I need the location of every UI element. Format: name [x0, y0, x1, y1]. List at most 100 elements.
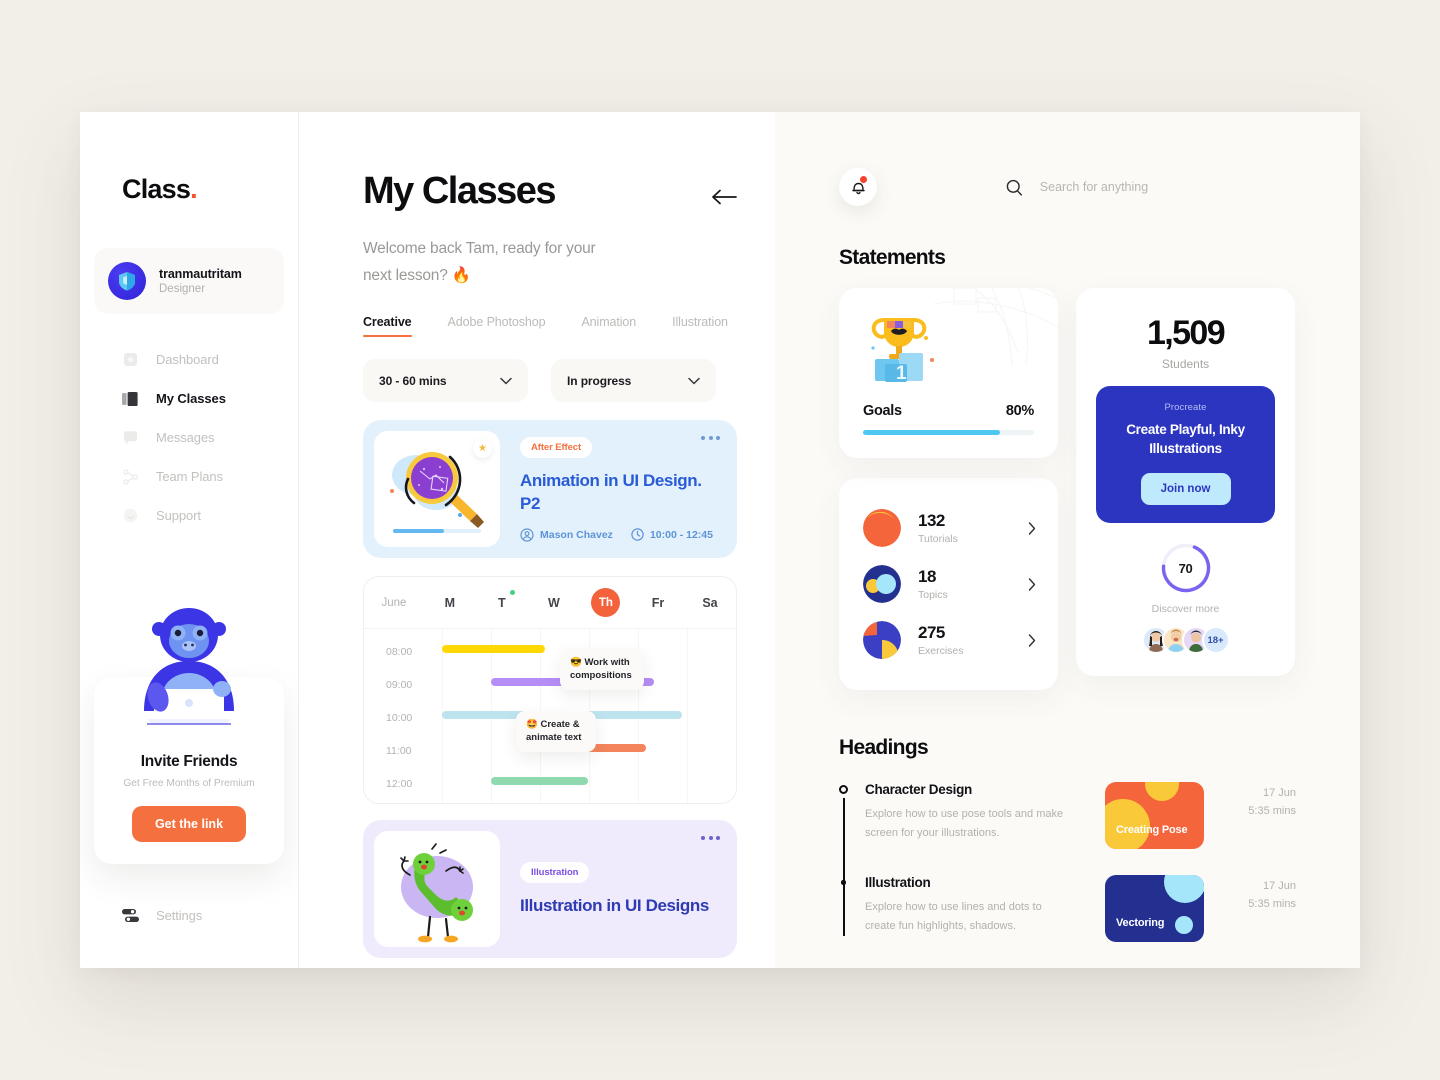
back-button[interactable]	[711, 184, 737, 210]
watermark-lines	[934, 288, 1058, 367]
page-title: My Classes	[363, 170, 557, 212]
welcome-message: Welcome back Tam, ready for your next le…	[363, 240, 596, 284]
class-thumbnail: ★	[374, 431, 500, 547]
calendar-header: June M T W Th Fr Sa	[364, 577, 736, 629]
heading-date: 17 Jun	[1262, 880, 1296, 892]
discover-value: 70	[1178, 560, 1193, 576]
class-instructor: Mason Chavez	[520, 527, 613, 542]
user-profile-card[interactable]: tranmautritam Designer	[94, 248, 284, 314]
duration-filter-value: 30 - 60 mins	[379, 373, 447, 388]
calendar-day-m[interactable]: M	[424, 596, 476, 610]
gorilla-illustration	[144, 608, 234, 725]
settings-icon	[122, 907, 139, 924]
class-menu-button[interactable]	[701, 836, 720, 840]
sidebar-item-label: Team Plans	[156, 469, 223, 484]
status-filter[interactable]: In progress	[551, 359, 716, 402]
discover-progress-ring: 70	[1160, 542, 1212, 594]
search-icon	[1006, 179, 1023, 196]
goals-label: Goals	[863, 403, 902, 419]
class-tag: Illustration	[520, 861, 590, 883]
calendar-day-sa[interactable]: Sa	[684, 596, 736, 610]
tab-adobe-photoshop[interactable]: Adobe Photoshop	[448, 315, 546, 337]
stat-number: 18	[918, 567, 936, 586]
class-menu-button[interactable]	[701, 436, 720, 440]
profile-role: Designer	[159, 283, 206, 295]
calendar-hour: 08:00	[386, 646, 413, 658]
calendar-day-w[interactable]: W	[528, 596, 580, 610]
sidebar-item-settings[interactable]: Settings	[122, 907, 202, 924]
sidebar-nav: Dashboard My Classes Messages Team Plans…	[80, 340, 298, 535]
heading-timing: 17 Jun 5:35 mins	[1204, 875, 1296, 913]
calendar-day-t[interactable]: T	[476, 589, 528, 610]
heading-row[interactable]: Illustration Explore how to use lines an…	[839, 875, 1296, 942]
stat-label: Tutorials	[918, 533, 958, 545]
calendar-event-chip[interactable]: 😎 Work with compositions	[560, 649, 644, 690]
profile-name: tranmautritam	[159, 267, 242, 281]
sidebar-item-support[interactable]: Support	[80, 496, 298, 535]
join-now-button[interactable]: Join now	[1140, 473, 1231, 505]
tab-animation[interactable]: Animation	[581, 315, 636, 337]
tab-illustration[interactable]: Illustration	[672, 315, 728, 337]
sidebar-item-my-classes[interactable]: My Classes	[80, 379, 298, 418]
calendar-month: June	[381, 596, 407, 609]
screen: Class. tranmautritam Designer Dashboard	[0, 0, 1440, 1080]
class-card[interactable]: ★ After Effect Animation in UI Design. P…	[363, 420, 737, 558]
bullet-dot-icon	[839, 875, 865, 887]
chip-emoji: 🤩	[526, 719, 538, 730]
avatar-group: 18+	[1096, 626, 1275, 654]
tab-creative[interactable]: Creative	[363, 315, 412, 337]
heading-text: Illustration Explore how to use lines an…	[865, 875, 1065, 936]
stat-number: 132	[918, 511, 945, 530]
calendar-hour: 10:00	[386, 712, 413, 724]
user-icon	[520, 527, 534, 542]
heading-description: Explore how to use lines and dots to cre…	[865, 901, 1042, 932]
sidebar-item-messages[interactable]: Messages	[80, 418, 298, 457]
sidebar-item-dashboard[interactable]: Dashboard	[80, 340, 298, 379]
weekly-schedule: June M T W Th Fr Sa 08:00 09:00 10:00 11…	[363, 576, 737, 804]
search-bar[interactable]	[1006, 178, 1296, 197]
heading-title: Illustration	[865, 875, 931, 890]
statements-right-column: 1,509 Students Procreate Create Playful,…	[1076, 288, 1295, 676]
calendar-grid: 08:00 09:00 10:00 11:00 12:00 😎 Work wit…	[364, 629, 736, 803]
class-tag: After Effect	[520, 436, 593, 458]
phone-character-illustration	[400, 843, 473, 943]
shield-icon	[119, 272, 135, 291]
stat-row-topics[interactable]: 18 Topics	[863, 556, 1036, 612]
avatar-more-count[interactable]: 18+	[1201, 626, 1230, 654]
logo-dot: .	[190, 174, 197, 204]
sidebar-item-team-plans[interactable]: Team Plans	[80, 457, 298, 496]
app-window: Class. tranmautritam Designer Dashboard	[80, 112, 1360, 968]
calendar-day-th-today[interactable]: Th	[580, 588, 632, 617]
stat-label: Topics	[918, 589, 948, 601]
heading-title: Character Design	[865, 782, 972, 797]
class-card[interactable]: Illustration Illustration in UI Designs	[363, 820, 737, 958]
search-input[interactable]	[1039, 180, 1296, 194]
headings-list: Character Design Explore how to use pose…	[839, 782, 1296, 942]
calendar-hour: 11:00	[386, 745, 412, 757]
page-header: My Classes	[363, 170, 737, 213]
stat-row-exercises[interactable]: 275 Exercises	[863, 612, 1036, 668]
class-time-range: 10:00 - 12:45	[649, 528, 713, 541]
instructor-name: Mason Chavez	[540, 528, 613, 541]
logo-text: Class	[122, 174, 191, 204]
heading-thumbnail[interactable]: Vectoring	[1105, 875, 1204, 942]
calendar-event-bar[interactable]	[491, 777, 588, 785]
app-logo[interactable]: Class.	[80, 174, 298, 205]
duration-filter[interactable]: 30 - 60 mins	[363, 359, 528, 402]
dashboard-icon	[122, 351, 139, 368]
heading-row[interactable]: Character Design Explore how to use pose…	[839, 782, 1296, 875]
notifications-button[interactable]	[839, 168, 877, 206]
heading-thumbnail[interactable]: Creating Pose	[1105, 782, 1204, 849]
goals-row: Goals 80%	[863, 403, 1034, 419]
get-the-link-button[interactable]: Get the link	[132, 806, 246, 842]
discover-section: 70 Discover more 18+	[1096, 542, 1275, 654]
sidebar-item-label: Support	[156, 508, 201, 523]
tutorials-icon	[863, 509, 901, 547]
calendar-hour: 12:00	[386, 778, 413, 790]
stat-row-tutorials[interactable]: 132 Tutorials	[863, 500, 1036, 556]
calendar-event-chip[interactable]: 🤩 Create & animate text	[516, 711, 596, 752]
right-panel-header	[839, 168, 1296, 206]
trophy-icon: 1	[871, 318, 934, 384]
calendar-day-fr[interactable]: Fr	[632, 596, 684, 610]
calendar-event-bar[interactable]	[442, 645, 545, 653]
